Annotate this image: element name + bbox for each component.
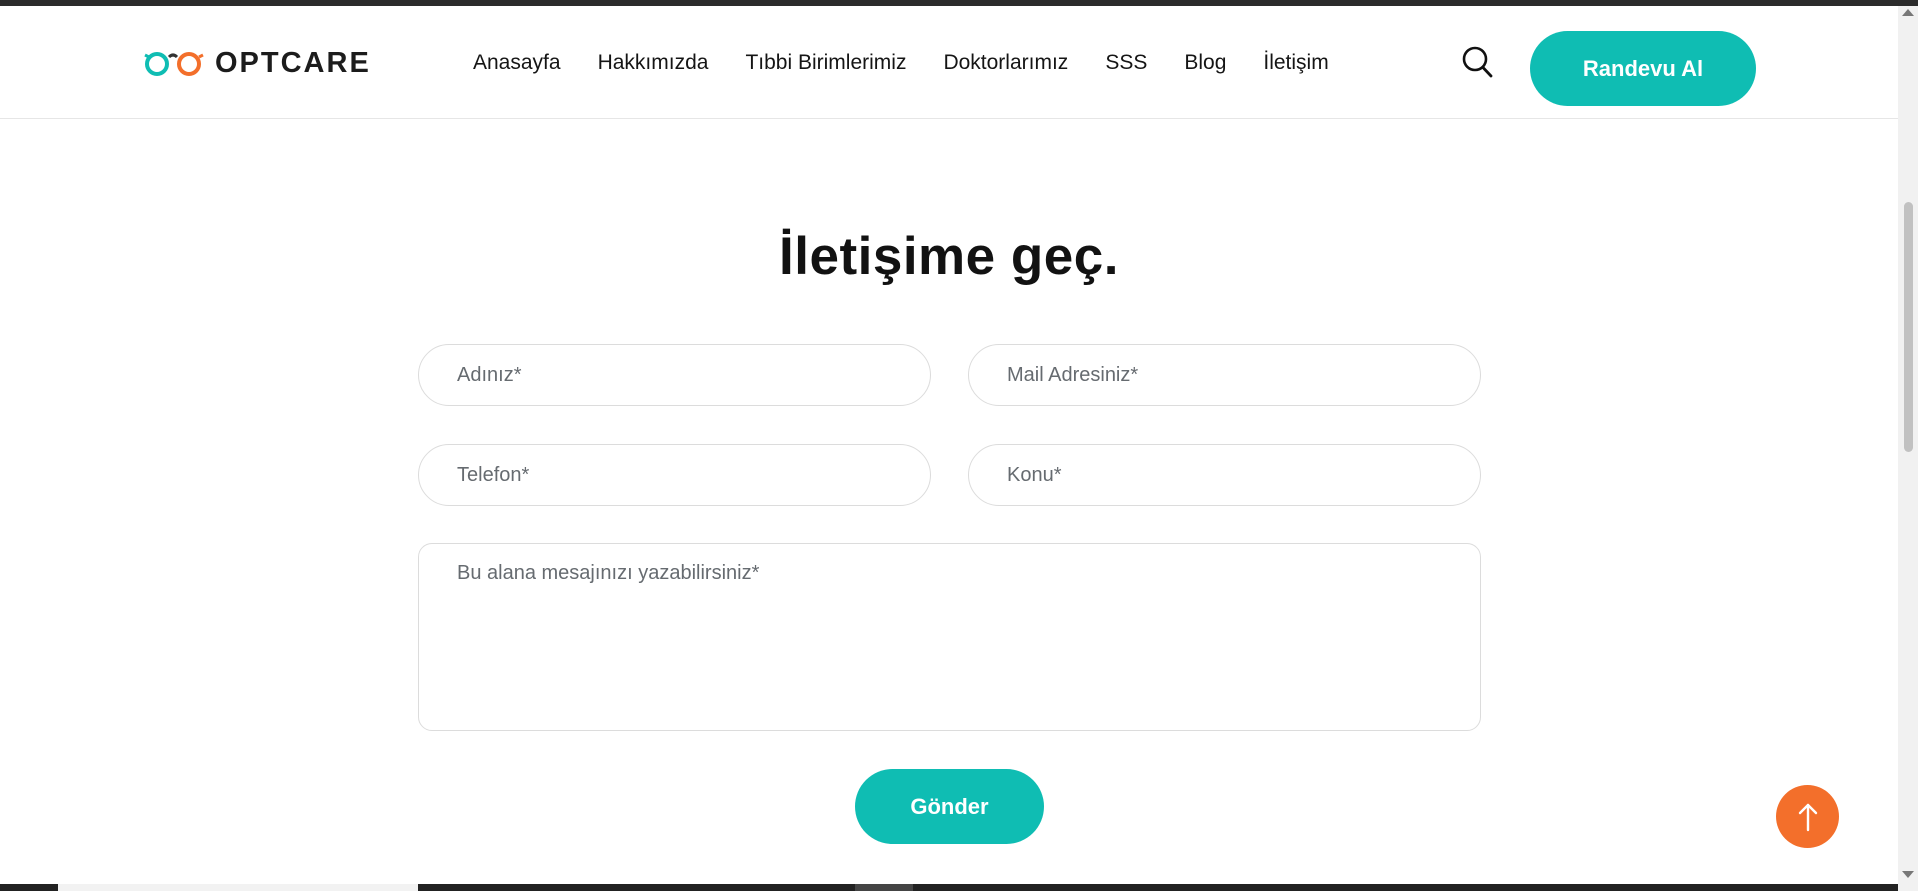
nav-item-doktorlarimiz[interactable]: Doktorlarımız [943,50,1068,76]
nav-item-iletisim[interactable]: İletişim [1263,50,1328,76]
bottom-strip-segment [58,884,418,891]
nav-item-blog[interactable]: Blog [1184,50,1226,76]
subject-field[interactable] [968,444,1481,506]
scroll-to-top-button[interactable] [1776,785,1839,848]
email-field[interactable] [968,344,1481,406]
appointment-button[interactable]: Randevu Al [1530,31,1756,106]
page-scrollbar[interactable] [1898,6,1918,891]
main-nav: Anasayfa Hakkımızda Tıbbi Birimlerimiz D… [473,50,1366,76]
search-button[interactable] [1462,46,1494,80]
phone-field[interactable] [418,444,931,506]
nav-item-anasayfa[interactable]: Anasayfa [473,50,561,76]
submit-button[interactable]: Gönder [855,769,1044,844]
nav-item-hakkimizda[interactable]: Hakkımızda [598,50,709,76]
scroll-down-arrow-icon[interactable] [1902,871,1914,878]
page-title: İletişime geç. [779,227,1119,286]
site-logo[interactable]: OPTCARE [143,48,371,78]
scrollbar-thumb[interactable] [1904,202,1913,452]
nav-item-tibbi-birimlerimiz[interactable]: Tıbbi Birimlerimiz [745,50,906,76]
search-icon [1462,46,1493,78]
logo-text: OPTCARE [215,47,371,79]
browser-bottom-strip [0,884,1898,891]
message-field[interactable] [418,543,1481,731]
scroll-up-arrow-icon[interactable] [1902,9,1914,16]
logo-glasses-icon [144,52,204,76]
nav-item-sss[interactable]: SSS [1105,50,1147,76]
name-field[interactable] [418,344,931,406]
arrow-up-icon [1798,803,1817,831]
bottom-strip-segment [855,884,913,891]
site-header: OPTCARE Anasayfa Hakkımızda Tıbbi Biriml… [0,6,1898,119]
